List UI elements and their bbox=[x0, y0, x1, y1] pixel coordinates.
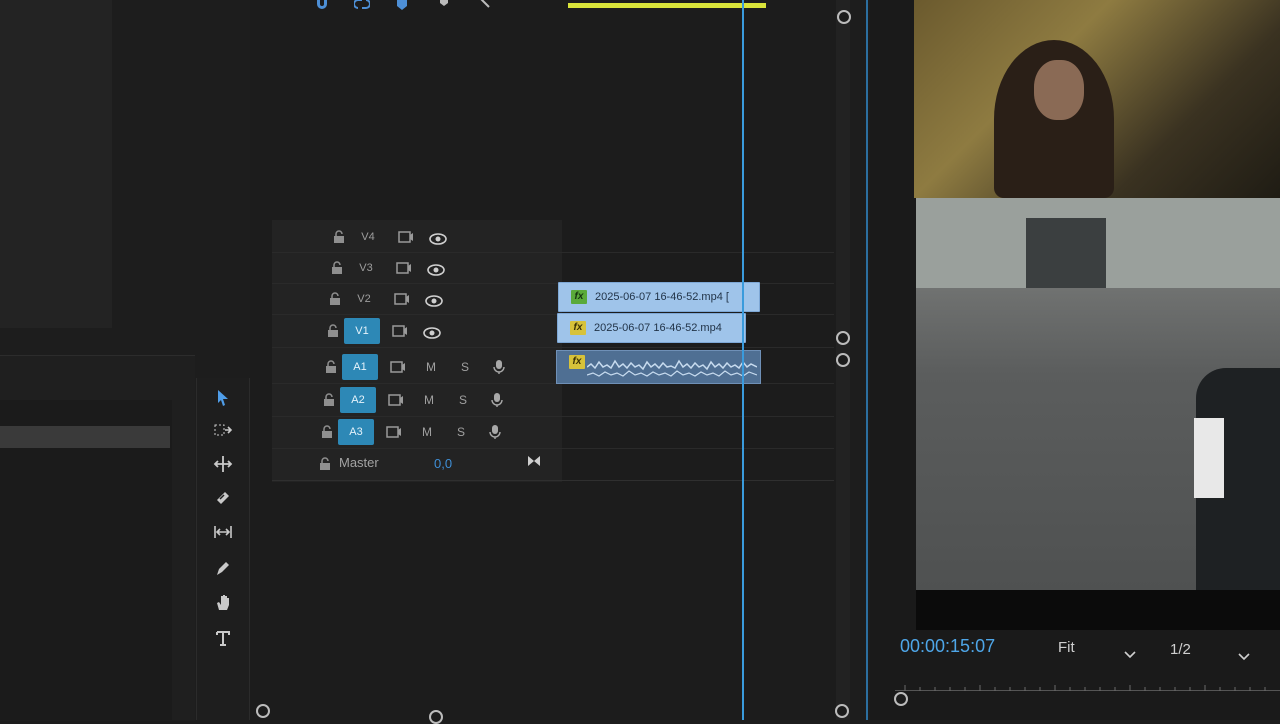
solo-button[interactable]: S bbox=[461, 360, 469, 374]
project-panel bbox=[0, 0, 112, 328]
tools-panel bbox=[196, 378, 250, 720]
solo-button[interactable]: S bbox=[457, 425, 465, 439]
lock-icon[interactable] bbox=[330, 261, 344, 275]
horizontal-scroll-handle[interactable] bbox=[429, 710, 443, 724]
wrench-icon[interactable] bbox=[476, 0, 492, 15]
mute-button[interactable]: M bbox=[422, 425, 432, 439]
fx-badge: fx bbox=[571, 290, 587, 304]
video-letterbox bbox=[916, 590, 1280, 630]
sync-lock-icon[interactable] bbox=[392, 324, 408, 338]
panel-divider[interactable] bbox=[866, 0, 868, 720]
ripple-edit-tool-icon[interactable] bbox=[197, 450, 249, 478]
monitor-time-ruler[interactable] bbox=[895, 678, 1280, 691]
razor-tool-icon[interactable] bbox=[197, 484, 249, 512]
track-row-a2: A2 M S bbox=[272, 384, 834, 417]
microphone-icon[interactable] bbox=[491, 392, 503, 408]
playhead-timecode[interactable]: 00:00:15:07 bbox=[900, 636, 995, 657]
lock-icon[interactable] bbox=[318, 457, 332, 471]
video-frame-gameplay bbox=[916, 198, 1280, 590]
microphone-icon[interactable] bbox=[489, 424, 501, 440]
track-label-v2[interactable]: V2 bbox=[352, 293, 376, 305]
fx-badge: fx bbox=[569, 355, 585, 369]
horizontal-scroll-handle[interactable] bbox=[256, 704, 270, 718]
selection-tool-icon[interactable] bbox=[197, 384, 249, 412]
sync-lock-icon[interactable] bbox=[386, 425, 402, 439]
audio-waveform bbox=[587, 359, 757, 377]
master-volume-value[interactable]: 0,0 bbox=[434, 456, 452, 471]
eye-icon[interactable] bbox=[429, 232, 447, 245]
fx-badge: fx bbox=[570, 321, 586, 335]
track-row-v3: V3 bbox=[272, 253, 834, 284]
go-to-in-out-icon[interactable] bbox=[526, 453, 542, 474]
track-row-a3: A3 M S bbox=[272, 416, 834, 449]
sync-lock-icon[interactable] bbox=[390, 360, 406, 374]
gameplay-character-sleeve bbox=[1194, 418, 1224, 498]
audio-clip-a1[interactable]: fx bbox=[556, 350, 761, 384]
track-label-v4[interactable]: V4 bbox=[356, 231, 380, 243]
playhead[interactable] bbox=[742, 0, 744, 720]
sync-lock-icon[interactable] bbox=[394, 292, 410, 306]
chevron-down-icon[interactable] bbox=[1124, 646, 1136, 659]
media-panel-scrollbar[interactable] bbox=[0, 426, 170, 448]
track-label-v1[interactable]: V1 bbox=[344, 318, 380, 344]
sync-lock-icon[interactable] bbox=[396, 261, 412, 275]
sync-lock-icon[interactable] bbox=[388, 393, 404, 407]
lock-icon[interactable] bbox=[322, 393, 336, 407]
video-frame-webcam bbox=[914, 0, 1280, 198]
solo-button[interactable]: S bbox=[459, 393, 467, 407]
mute-button[interactable]: M bbox=[426, 360, 436, 374]
sync-lock-icon[interactable] bbox=[398, 230, 414, 244]
pen-tool-icon[interactable] bbox=[197, 554, 249, 582]
linked-selection-icon[interactable] bbox=[353, 0, 371, 17]
video-clip-v2[interactable]: fx 2025-06-07 16-46-52.mp4 [ bbox=[558, 282, 760, 312]
type-tool-icon[interactable] bbox=[197, 624, 249, 652]
lock-icon[interactable] bbox=[328, 292, 342, 306]
add-marker-icon[interactable] bbox=[394, 0, 410, 17]
work-area-bar[interactable] bbox=[568, 3, 766, 8]
resolution-select[interactable]: 1/2 bbox=[1170, 641, 1191, 658]
scroll-handle[interactable] bbox=[837, 10, 851, 24]
hand-tool-icon[interactable] bbox=[197, 588, 249, 616]
eye-icon[interactable] bbox=[423, 326, 441, 339]
lock-icon[interactable] bbox=[324, 360, 338, 374]
master-track-label: Master bbox=[339, 455, 379, 470]
chevron-down-icon[interactable] bbox=[1238, 648, 1250, 661]
webcam-face bbox=[1034, 60, 1084, 120]
lock-icon[interactable] bbox=[320, 425, 334, 439]
mute-button[interactable]: M bbox=[424, 393, 434, 407]
track-label-a2[interactable]: A2 bbox=[340, 387, 376, 413]
scroll-handle[interactable] bbox=[836, 353, 850, 367]
track-row-master: Master 0,0 bbox=[272, 448, 834, 481]
track-select-tool-icon[interactable] bbox=[197, 416, 249, 444]
slip-tool-icon[interactable] bbox=[197, 518, 249, 546]
zoom-select[interactable]: Fit bbox=[1058, 639, 1075, 656]
scroll-handle[interactable] bbox=[835, 704, 849, 718]
lock-icon[interactable] bbox=[326, 324, 340, 338]
media-panel-content bbox=[0, 400, 172, 720]
video-clip-v1[interactable]: fx 2025-06-07 16-46-52.mp4 bbox=[557, 313, 746, 343]
snap-icon[interactable] bbox=[314, 0, 330, 17]
track-row-v4: V4 bbox=[272, 222, 834, 253]
eye-icon[interactable] bbox=[427, 263, 445, 276]
microphone-icon[interactable] bbox=[493, 359, 505, 375]
clip-name: 2025-06-07 16-46-52.mp4 [ bbox=[595, 291, 729, 303]
track-label-a1[interactable]: A1 bbox=[342, 354, 378, 380]
lock-icon[interactable] bbox=[332, 230, 346, 244]
gameplay-door bbox=[1026, 218, 1106, 288]
scroll-handle[interactable] bbox=[836, 331, 850, 345]
track-row-v1: V1 bbox=[272, 315, 834, 348]
track-label-v3[interactable]: V3 bbox=[354, 262, 378, 274]
eye-icon[interactable] bbox=[425, 294, 443, 307]
track-label-a3[interactable]: A3 bbox=[338, 419, 374, 445]
clip-name: 2025-06-07 16-46-52.mp4 bbox=[594, 322, 722, 334]
marker-icon[interactable] bbox=[436, 0, 452, 15]
monitor-zoom-handle[interactable] bbox=[894, 692, 908, 706]
